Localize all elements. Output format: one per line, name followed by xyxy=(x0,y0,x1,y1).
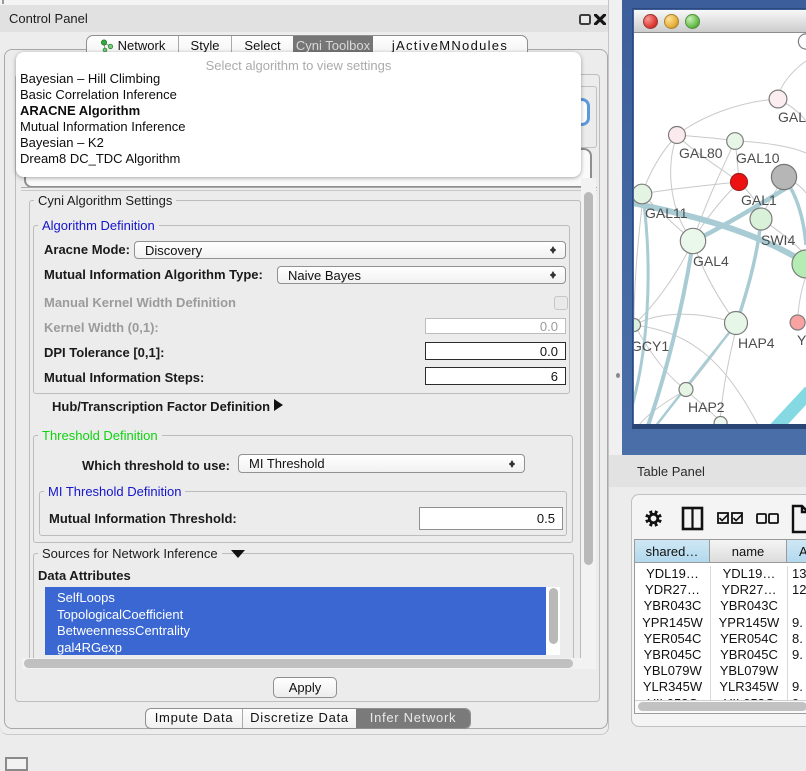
svg-text:GAL11: GAL11 xyxy=(645,205,688,221)
svg-text:GAL2: GAL2 xyxy=(778,109,806,125)
svg-text:Y: Y xyxy=(797,332,806,348)
svg-text:SWI4: SWI4 xyxy=(761,232,795,248)
svg-text:GAL10: GAL10 xyxy=(736,150,780,166)
svg-text:GAL4: GAL4 xyxy=(693,253,729,269)
svg-text:GCY1: GCY1 xyxy=(634,338,669,354)
svg-text:HAP4: HAP4 xyxy=(738,335,775,351)
svg-text:GAL80: GAL80 xyxy=(679,145,723,161)
svg-text:GAL1: GAL1 xyxy=(741,192,777,208)
svg-text:HAP2: HAP2 xyxy=(688,399,725,415)
